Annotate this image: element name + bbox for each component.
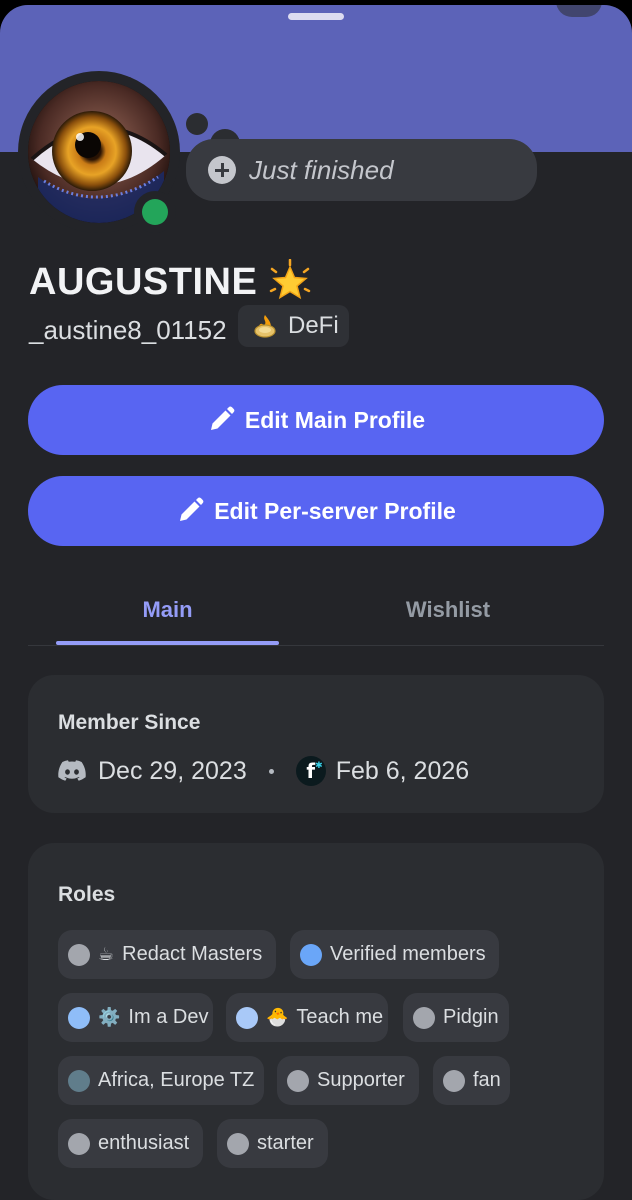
member-since-row: Dec 29, 2023 f ✱ Feb 6, 2026	[58, 753, 469, 789]
display-name-row: AUGUSTINE	[29, 258, 313, 306]
profile-sheet: Just finished AUGUSTINE _austine8_01152 …	[0, 5, 632, 1200]
tab-main[interactable]: Main	[56, 590, 279, 630]
role-chip[interactable]: ☕ Redact Masters	[58, 930, 276, 979]
role-label: fan	[473, 1069, 501, 1091]
username: _austine8_01152	[29, 314, 227, 345]
server-tag-label: DeFi	[288, 312, 339, 339]
edit-main-profile-label: Edit Main Profile	[244, 406, 426, 433]
server-f-icon: f ✱	[295, 756, 326, 786]
role-color-dot	[287, 1069, 309, 1092]
role-color-dot	[413, 1006, 435, 1029]
sheet-drag-handle[interactable]	[288, 13, 344, 20]
role-chip[interactable]: Supporter	[277, 1056, 419, 1105]
server-join-date: Feb 6, 2026	[335, 756, 470, 785]
fire-coin-icon	[254, 315, 276, 338]
role-color-dot	[68, 943, 90, 966]
pencil-icon	[180, 497, 204, 521]
role-chip[interactable]: starter	[217, 1119, 328, 1168]
role-color-dot	[300, 943, 322, 966]
edit-main-profile-button[interactable]: Edit Main Profile	[28, 385, 604, 455]
tab-wishlist[interactable]: Wishlist	[336, 590, 560, 630]
separator-dot	[268, 768, 274, 774]
server-tag-badge[interactable]: DeFi	[238, 305, 349, 347]
role-label: Im a Dev	[128, 1006, 209, 1028]
role-chip[interactable]: Pidgin	[403, 993, 509, 1042]
role-label: Redact Masters	[122, 943, 263, 965]
role-emoji: ⚙️	[98, 1007, 121, 1027]
member-since-title: Member Since	[58, 711, 201, 734]
glowing-star-icon	[270, 259, 311, 300]
custom-status-text: Just finished	[249, 154, 394, 185]
edit-per-server-profile-button[interactable]: Edit Per-server Profile	[28, 476, 604, 546]
roles-card: Roles ☕ Redact Masters Verified members …	[28, 843, 604, 1200]
pencil-icon	[210, 406, 235, 430]
role-chip[interactable]: Verified members	[290, 930, 499, 979]
role-label: enthusiast	[98, 1132, 190, 1154]
display-name: AUGUSTINE	[29, 260, 258, 303]
custom-status-bubble[interactable]: Just finished	[186, 139, 537, 201]
plus-circle-icon	[208, 156, 236, 184]
role-label: Pidgin	[443, 1006, 499, 1028]
member-since-card: Member Since Dec 29, 2023 f ✱ Feb 6, 2026	[28, 675, 604, 813]
role-chip[interactable]: Africa, Europe TZ	[58, 1056, 264, 1105]
discord-join-date: Dec 29, 2023	[98, 756, 247, 785]
status-bubble-dot-small	[186, 113, 208, 135]
tab-divider	[28, 645, 604, 646]
role-emoji: 🐣	[266, 1007, 289, 1027]
role-chip[interactable]: 🐣 Teach me	[226, 993, 388, 1042]
role-color-dot	[227, 1132, 249, 1155]
role-chip[interactable]: ⚙️ Im a Dev	[58, 993, 213, 1042]
edit-per-server-profile-label: Edit Per-server Profile	[214, 497, 456, 524]
role-color-dot	[68, 1006, 90, 1029]
discord-logo-icon	[58, 760, 86, 781]
role-label: Africa, Europe TZ	[98, 1069, 255, 1091]
role-color-dot	[68, 1132, 90, 1155]
role-label: Teach me	[296, 1006, 384, 1028]
role-label: Supporter	[317, 1069, 405, 1091]
role-color-dot	[236, 1006, 258, 1029]
role-label: Verified members	[330, 943, 486, 965]
role-chip[interactable]: enthusiast	[58, 1119, 203, 1168]
role-label: starter	[257, 1132, 314, 1154]
online-status-indicator	[134, 191, 176, 233]
role-emoji: ☕	[98, 944, 115, 964]
role-color-dot	[443, 1069, 465, 1092]
role-color-dot	[68, 1069, 90, 1092]
role-chip[interactable]: fan	[433, 1056, 510, 1105]
roles-title: Roles	[58, 883, 116, 906]
